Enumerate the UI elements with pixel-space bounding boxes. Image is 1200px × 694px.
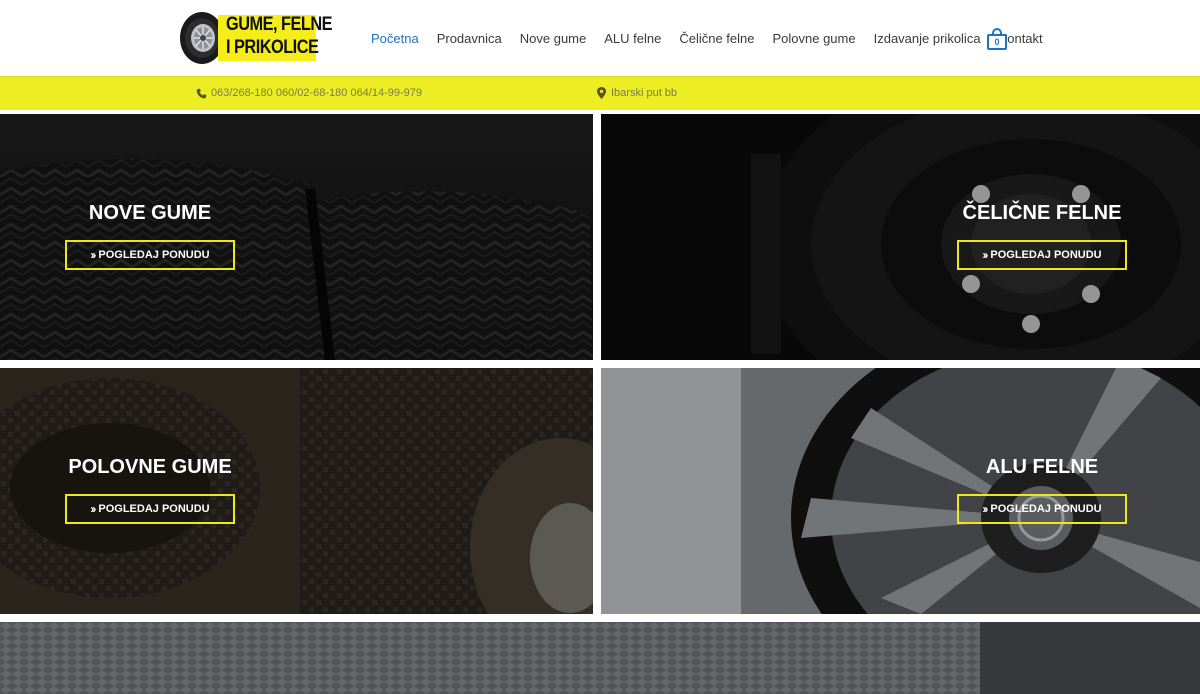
view-offer-button[interactable]: ›› POGLEDAJ PONUDU	[957, 494, 1127, 524]
double-chevron-right-icon: ››	[90, 502, 96, 516]
tile-title: ČELIČNE FELNE	[962, 202, 1122, 224]
button-label: POGLEDAJ PONUDU	[990, 503, 1102, 515]
tile-title: ALU FELNE	[985, 456, 1099, 478]
double-chevron-right-icon: ››	[90, 248, 96, 262]
phone-numbers: 063/268-180 060/02-68-180 064/14-99-979	[211, 87, 423, 99]
phone-icon	[196, 88, 207, 98]
logo-text: GUME, FELNE I PRIKOLICE	[226, 13, 333, 59]
phone-info[interactable]: 063/268-180 060/02-68-180 064/14-99-979	[196, 87, 422, 99]
nav-item-izdavanje-prikolica[interactable]: Izdavanje prikolica	[874, 30, 981, 50]
view-offer-button[interactable]: ›› POGLEDAJ PONUDU	[957, 240, 1127, 270]
tile-celicne-felne[interactable]: ČELIČNE FELNE ›› POGLEDAJ PONUDU	[601, 114, 1200, 360]
nav-item-celicne-felne[interactable]: Čelične felne	[679, 30, 754, 50]
tile-overlay	[0, 114, 593, 360]
logo-line-1: GUME, FELNE	[226, 14, 333, 35]
tile-title: POLOVNE GUME	[68, 456, 232, 478]
nav-item-pocetna[interactable]: Početna	[371, 30, 419, 50]
nav-item-polovne-gume[interactable]: Polovne gume	[772, 30, 855, 50]
map-marker-icon	[597, 87, 606, 99]
tile-nove-gume[interactable]: NOVE GUME ›› POGLEDAJ PONUDU	[0, 114, 593, 360]
button-label: POGLEDAJ PONUDU	[98, 503, 210, 515]
tile-title: NOVE GUME	[88, 202, 212, 224]
button-label: POGLEDAJ PONUDU	[98, 249, 210, 261]
view-offer-button[interactable]: ›› POGLEDAJ PONUDU	[65, 494, 235, 524]
tile-overlay	[601, 114, 1200, 360]
cart-button[interactable]: 0	[987, 28, 1007, 50]
trailer-photo	[0, 622, 1200, 694]
tile-overlay	[601, 368, 1200, 614]
site-logo[interactable]: GUME, FELNE I PRIKOLICE	[178, 11, 333, 65]
site-header: GUME, FELNE I PRIKOLICE Početna Prodavni…	[0, 0, 1200, 76]
double-chevron-right-icon: ››	[982, 502, 988, 516]
address-info[interactable]: Ibarski put bb	[597, 87, 677, 99]
nav-item-prodavnica[interactable]: Prodavnica	[437, 30, 502, 50]
button-label: POGLEDAJ PONUDU	[990, 249, 1102, 261]
nav-item-nove-gume[interactable]: Nove gume	[520, 30, 586, 50]
tile-trailer-rental[interactable]	[0, 622, 1200, 694]
tile-alu-felne[interactable]: ALU FELNE ›› POGLEDAJ PONUDU	[601, 368, 1200, 614]
address-text: Ibarski put bb	[611, 87, 678, 99]
view-offer-button[interactable]: ›› POGLEDAJ PONUDU	[65, 240, 235, 270]
tile-overlay	[0, 368, 593, 614]
cart-count: 0	[994, 37, 1000, 47]
tile-polovne-gume[interactable]: POLOVNE GUME ›› POGLEDAJ PONUDU	[0, 368, 593, 614]
double-chevron-right-icon: ››	[982, 248, 988, 262]
nav-item-alu-felne[interactable]: ALU felne	[604, 30, 661, 50]
logo-line-2: I PRIKOLICE	[226, 37, 319, 58]
main-nav: Početna Prodavnica Nove gume ALU felne Č…	[362, 30, 1052, 50]
contact-bar: 063/268-180 060/02-68-180 064/14-99-979 …	[0, 76, 1200, 110]
